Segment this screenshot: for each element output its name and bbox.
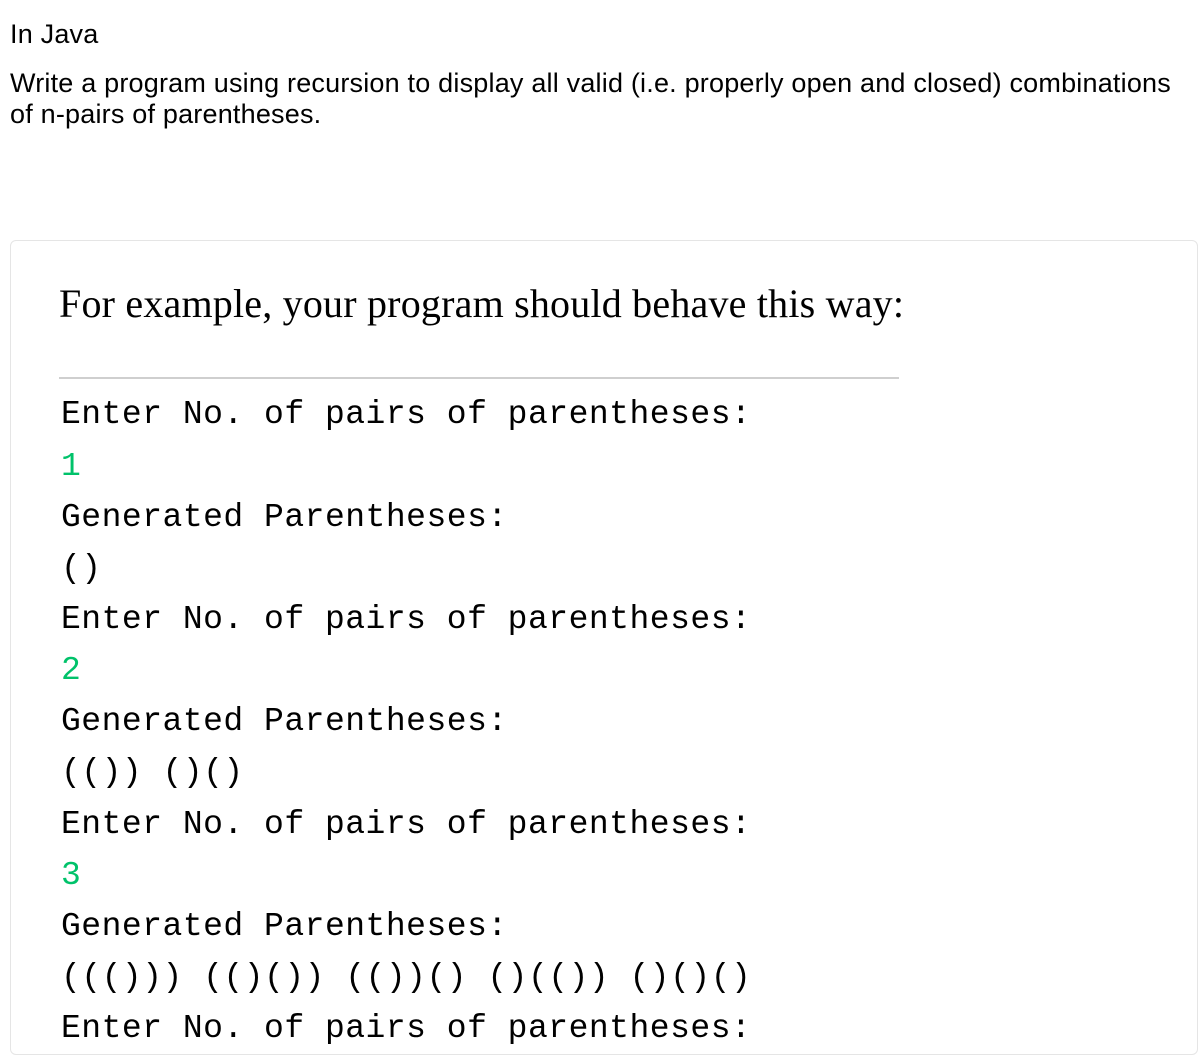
- example-heading: For example, your program should behave …: [59, 279, 1149, 329]
- generated-output: (): [61, 543, 899, 594]
- user-input: 1: [61, 441, 899, 492]
- generated-label: Generated Parentheses:: [61, 901, 899, 952]
- prompt-line: Enter No. of pairs of parentheses:: [61, 799, 899, 850]
- generated-label: Generated Parentheses:: [61, 492, 899, 543]
- generated-output: ((())) (()()) (())() ()(()) ()()(): [61, 952, 899, 1003]
- example-card: For example, your program should behave …: [10, 240, 1198, 1055]
- user-input: 3: [61, 850, 899, 901]
- user-input: 2: [61, 645, 899, 696]
- language-line: In Java: [10, 18, 1190, 50]
- prompt-line: Enter No. of pairs of parentheses:: [61, 389, 899, 440]
- terminal-output: Enter No. of pairs of parentheses: 1 Gen…: [59, 377, 899, 1054]
- generated-label: Generated Parentheses:: [61, 696, 899, 747]
- prompt-line: Enter No. of pairs of parentheses:: [61, 1003, 899, 1054]
- generated-output: (()) ()(): [61, 747, 899, 798]
- page: In Java Write a program using recursion …: [0, 0, 1200, 1055]
- problem-description: Write a program using recursion to displ…: [10, 68, 1190, 130]
- prompt-line: Enter No. of pairs of parentheses:: [61, 594, 899, 645]
